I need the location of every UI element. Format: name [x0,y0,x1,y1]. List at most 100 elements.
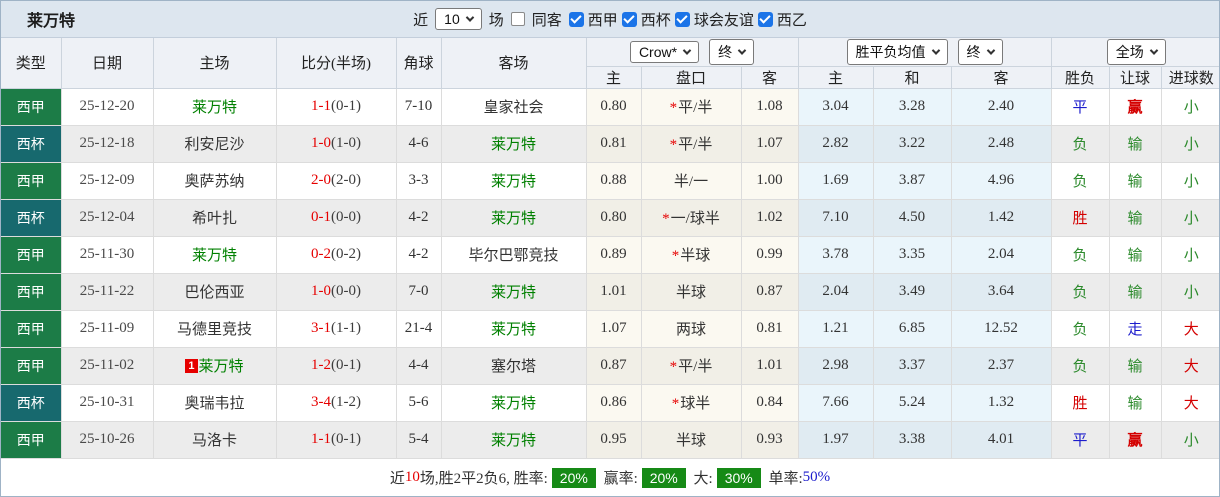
corner-count: 7-0 [396,273,442,311]
col-header-score: 比分(半场) [276,38,397,89]
sub-header-avg-home: 主 [798,66,874,89]
col-header-date: 日期 [61,38,154,89]
col-header-home: 主场 [153,38,277,89]
result-cell: 负 [1051,273,1110,311]
odds-time-select[interactable]: 终 [709,38,755,65]
goals-value: 大 [1183,322,1199,338]
handicap-result-cell: 输 [1109,347,1162,385]
handicap: *球半 [641,384,742,422]
home-team: 利安尼沙 [153,125,277,163]
halftime-score: (0-1) [331,357,361,373]
same-venue-label: 同客 [531,12,562,29]
handicap-result-cell: 输 [1109,236,1162,274]
table-row: 西杯 25-12-04 希叶扎 0-1(0-0) 4-2 莱万特 0.80 *一… [1,199,1219,237]
scope-select[interactable]: 全场 [1106,38,1166,65]
away-team: 塞尔塔 [441,347,587,385]
match-score: 1-1(0-1) [276,421,397,459]
rate-badge-7: 30% [716,467,761,488]
avg-draw-odds: 6.85 [873,310,952,348]
handicap-result-value: 输 [1127,285,1143,301]
scope-group-header: 全场 [1051,38,1219,67]
goals-cell: 小 [1161,273,1219,311]
result-value: 平 [1072,433,1088,449]
scope-select-value: 全场 [1115,43,1144,60]
league-type-badge: 西杯 [1,384,62,422]
home-team-name: 利安尼沙 [184,137,245,153]
result-cell: 负 [1051,162,1110,200]
league-type-badge: 西甲 [1,162,62,200]
handicap: *平/半 [641,347,742,385]
result-value: 胜 [1072,211,1088,227]
footer-text-6: 大: [689,471,713,487]
away-team: 莱万特 [441,310,587,348]
away-team: 莱万特 [441,384,587,422]
fulltime-score: 0-1 [311,209,331,225]
league-filter-checkbox-3[interactable] [757,11,773,27]
league-filter-checkbox-2[interactable] [674,11,690,27]
avg-draw-odds: 3.37 [873,347,952,385]
sub-header-handicap: 盘口 [641,66,742,89]
home-team: 希叶扎 [153,199,277,237]
star-marker: * [669,137,678,153]
avg-time-select[interactable]: 终 [957,38,1003,65]
bookmaker-select[interactable]: Crow* [629,40,700,63]
league-filter-checkbox-0[interactable] [568,11,584,27]
goals-cell: 小 [1161,236,1219,274]
league-filter-label-1: 西杯 [640,12,671,29]
star-marker: * [671,248,680,264]
sub-header-result: 胜负 [1051,66,1110,89]
match-date: 25-10-31 [61,384,154,422]
corner-count: 4-2 [396,236,442,274]
star-marker: * [671,396,680,412]
matches-label: 场 [488,12,504,29]
match-score: 1-2(0-1) [276,347,397,385]
result-value: 负 [1072,322,1088,338]
result-value: 负 [1072,248,1088,264]
match-count-select[interactable]: 10 [435,8,482,30]
match-date: 25-11-09 [61,310,154,348]
away-team-name: 莱万特 [490,322,536,338]
result-value: 负 [1072,174,1088,190]
away-team: 毕尔巴鄂竞技 [441,236,587,274]
odds-time-select-value: 终 [718,43,733,60]
match-score: 1-0(1-0) [276,125,397,163]
home-team: 马洛卡 [153,421,277,459]
odds-away: 0.84 [741,384,799,422]
sub-header-handicap-result: 让球 [1109,66,1162,89]
league-filter-checkbox-1[interactable] [621,11,637,27]
table-row: 西杯 25-10-31 奥瑞韦拉 3-4(1-2) 5-6 莱万特 0.86 *… [1,384,1219,422]
same-venue-checkbox[interactable] [510,12,525,26]
home-team-name: 莱万特 [191,248,237,264]
halftime-score: (0-2) [331,246,361,262]
col-header-type: 类型 [1,38,62,89]
handicap-value: 半球 [675,433,706,449]
odds-home: 0.87 [586,347,642,385]
away-team-name: 莱万特 [490,433,536,449]
handicap: *半球 [641,236,742,274]
avg-away-odds: 2.37 [951,347,1052,385]
footer-text-9: 50% [802,469,831,485]
match-score: 3-4(1-2) [276,384,397,422]
handicap-result-cell: 输 [1109,125,1162,163]
fulltime-score: 2-0 [311,172,331,188]
goals-cell: 小 [1161,88,1219,126]
handicap-value: 半球 [675,285,706,301]
home-team-name: 奥萨苏纳 [184,174,245,190]
match-score: 0-2(0-2) [276,236,397,274]
league-type-badge: 西甲 [1,88,62,126]
corner-count: 5-4 [396,421,442,459]
halftime-score: (1-2) [331,394,361,410]
handicap-result-cell: 输 [1109,162,1162,200]
chevron-down-icon [465,13,474,22]
avg-type-select[interactable]: 胜平负均值 [846,38,948,65]
handicap-result-value: 走 [1127,322,1143,338]
home-team: 1 莱万特 [153,347,277,385]
summary-footer: 近 10 场,胜2平2负6, 胜率: 20% 赢率: 20% 大: 30% 单率: 50% [1,458,1219,496]
odds-home: 0.80 [586,88,642,126]
avg-draw-odds: 3.35 [873,236,952,274]
handicap-value: 球半 [680,396,711,412]
chevron-down-icon [1149,46,1159,55]
avg-home-odds: 7.66 [798,384,874,422]
avg-away-odds: 3.64 [951,273,1052,311]
result-value: 平 [1072,100,1088,116]
